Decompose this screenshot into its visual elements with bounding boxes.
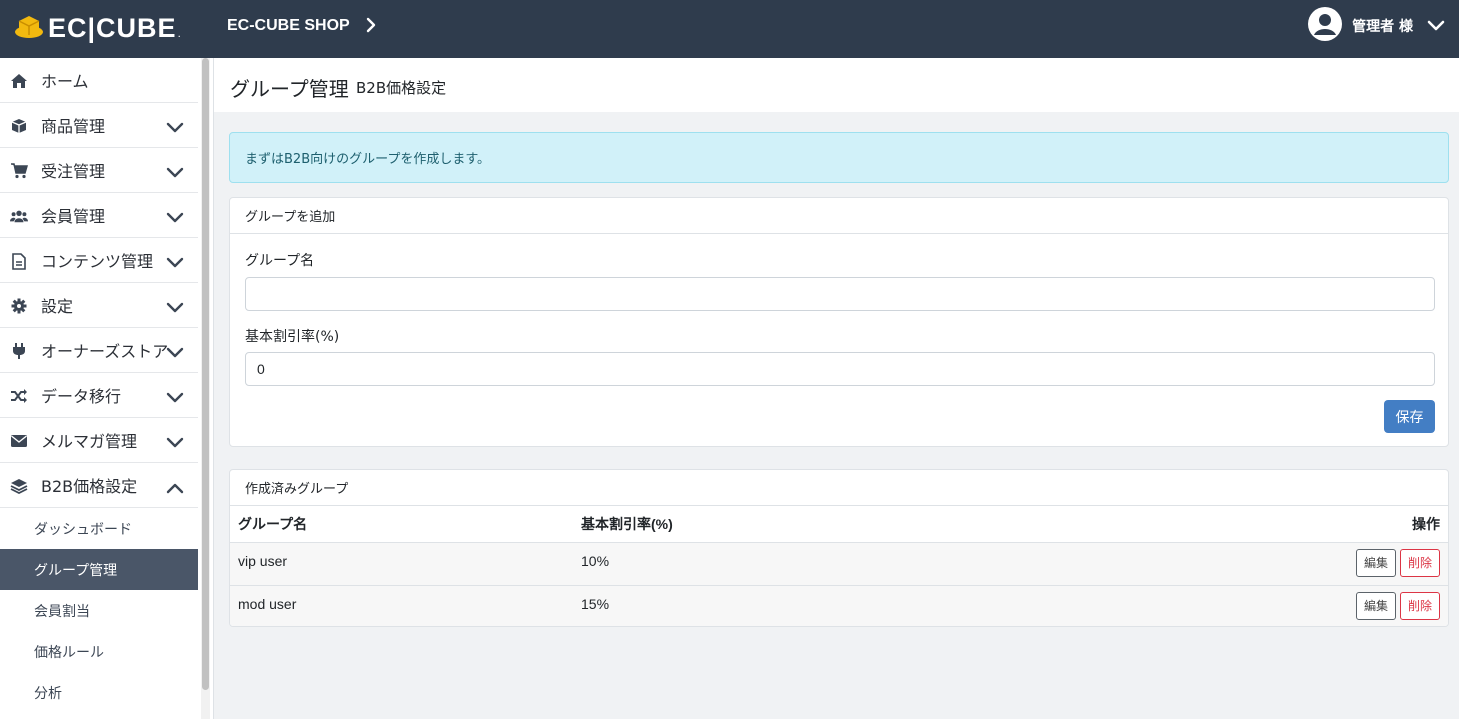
delete-button[interactable]: 削除 <box>1399 548 1440 577</box>
sidebar-scrollbar[interactable] <box>201 58 210 719</box>
sidebar-subitem-analytics[interactable]: 分析 <box>0 672 198 713</box>
sidebar-item-label: 会員管理 <box>41 207 106 226</box>
shop-link[interactable]: EC-CUBE SHOP <box>227 0 376 52</box>
discount-rate-input[interactable] <box>245 352 1435 386</box>
edit-button[interactable]: 編集 <box>1355 591 1396 620</box>
layers-icon <box>10 477 28 495</box>
file-icon <box>10 252 28 270</box>
sidebar: ホーム 商品管理 受注管理 会員管理 コンテンツ管理 設定 オーナーズストア デ… <box>0 58 214 719</box>
sidebar-item-label: オーナーズストア <box>41 342 169 361</box>
page-subtitle: B2B価格設定 <box>356 79 447 97</box>
chevron-down-icon <box>166 389 184 408</box>
sidebar-item-owners-store[interactable]: オーナーズストア <box>0 328 198 373</box>
discount-cell: 15% <box>573 585 1010 626</box>
sidebar-item-data-migration[interactable]: データ移行 <box>0 373 198 418</box>
column-header-discount: 基本割引率(%) <box>573 506 1010 543</box>
discount-cell: 10% <box>573 542 1010 586</box>
user-name: 管理者 様 <box>1352 19 1413 35</box>
chevron-down-icon <box>166 434 184 453</box>
user-menu[interactable]: 管理者 様 <box>1308 7 1445 45</box>
chevron-down-icon <box>166 119 184 138</box>
sidebar-item-label: コンテンツ管理 <box>41 252 154 271</box>
column-header-actions: 操作 <box>1009 506 1448 543</box>
sidebar-subitem-group-management[interactable]: グループ管理 <box>0 549 198 590</box>
chevron-down-icon <box>1427 17 1445 36</box>
chevron-down-icon <box>166 164 184 183</box>
home-icon <box>10 72 28 90</box>
table-header-row: グループ名 基本割引率(%) 操作 <box>230 506 1448 543</box>
cube-logo-icon <box>14 13 44 43</box>
cart-icon <box>10 162 28 180</box>
top-header: EC|CUBE . EC-CUBE SHOP 管理者 様 <box>0 0 1459 58</box>
card-header: 作成済みグループ <box>230 470 1448 506</box>
info-alert: まずはB2B向けのグループを作成します。 <box>229 132 1449 183</box>
sidebar-subitem-price-rules[interactable]: 価格ルール <box>0 631 198 672</box>
plug-icon <box>10 342 28 360</box>
users-icon <box>10 207 28 225</box>
page-title: グループ管理 <box>230 77 349 101</box>
sidebar-item-label: ホーム <box>41 72 89 91</box>
sidebar-subitem-dashboard[interactable]: ダッシュボード <box>0 508 198 549</box>
groups-table: グループ名 基本割引率(%) 操作 vip user 10% 編集 削除 mod … <box>230 506 1448 626</box>
delete-button[interactable]: 削除 <box>1399 591 1440 620</box>
actions-cell: 編集 削除 <box>1009 542 1448 586</box>
sidebar-item-mail-magazine[interactable]: メルマガ管理 <box>0 418 198 463</box>
page-title-bar: グループ管理 B2B価格設定 <box>214 58 1459 112</box>
sidebar-item-label: B2B価格設定 <box>41 477 138 496</box>
sidebar-nav: ホーム 商品管理 受注管理 会員管理 コンテンツ管理 設定 オーナーズストア デ… <box>0 58 198 713</box>
envelope-icon <box>10 432 28 450</box>
user-avatar-icon <box>1308 7 1343 45</box>
logo-text: EC|CUBE <box>48 12 177 43</box>
shop-name: EC-CUBE SHOP <box>227 17 350 34</box>
group-name-label: グループ名 <box>245 253 315 269</box>
save-button[interactable]: 保存 <box>1384 400 1435 433</box>
sidebar-item-label: 設定 <box>41 297 74 316</box>
sidebar-item-contents[interactable]: コンテンツ管理 <box>0 238 198 283</box>
sidebar-item-orders[interactable]: 受注管理 <box>0 148 198 193</box>
chevron-up-icon <box>166 479 184 498</box>
chevron-down-icon <box>166 299 184 318</box>
group-name-cell: vip user <box>230 542 573 586</box>
actions-cell: 編集 削除 <box>1009 585 1448 626</box>
chevron-down-icon <box>166 344 184 363</box>
ec-cube-logo[interactable]: EC|CUBE . <box>14 12 181 44</box>
sidebar-item-b2b-pricing[interactable]: B2B価格設定 <box>0 463 198 508</box>
chevron-down-icon <box>166 254 184 273</box>
sidebar-scroll-thumb[interactable] <box>202 58 209 690</box>
sidebar-subitem-member-assignment[interactable]: 会員割当 <box>0 590 198 631</box>
sidebar-item-label: 受注管理 <box>41 162 106 181</box>
shuffle-icon <box>10 387 28 405</box>
table-row: vip user 10% 編集 削除 <box>230 542 1448 586</box>
discount-rate-label: 基本割引率(%) <box>245 329 340 345</box>
sidebar-item-customers[interactable]: 会員管理 <box>0 193 198 238</box>
chevron-down-icon <box>166 209 184 228</box>
created-groups-card: 作成済みグループ グループ名 基本割引率(%) 操作 vip user 10% … <box>229 469 1449 627</box>
sidebar-item-label: 商品管理 <box>41 117 106 136</box>
column-header-group-name: グループ名 <box>230 506 573 543</box>
gear-icon <box>10 297 28 315</box>
box-icon <box>10 117 28 135</box>
sidebar-item-home[interactable]: ホーム <box>0 58 198 103</box>
chevron-right-icon <box>366 17 376 37</box>
edit-button[interactable]: 編集 <box>1355 548 1396 577</box>
group-name-cell: mod user <box>230 585 573 626</box>
card-header: グループを追加 <box>230 198 1448 234</box>
group-name-input[interactable] <box>245 277 1435 311</box>
sidebar-item-label: メルマガ管理 <box>41 432 138 451</box>
alert-text: まずはB2B向けのグループを作成します。 <box>245 152 491 167</box>
sidebar-item-label: データ移行 <box>41 387 122 406</box>
add-group-card: グループを追加 グループ名 基本割引率(%) 保存 <box>229 197 1449 447</box>
logo-registered-mark: . <box>177 28 181 40</box>
sidebar-item-products[interactable]: 商品管理 <box>0 103 198 148</box>
table-row: mod user 15% 編集 削除 <box>230 585 1448 626</box>
sidebar-item-settings[interactable]: 設定 <box>0 283 198 328</box>
